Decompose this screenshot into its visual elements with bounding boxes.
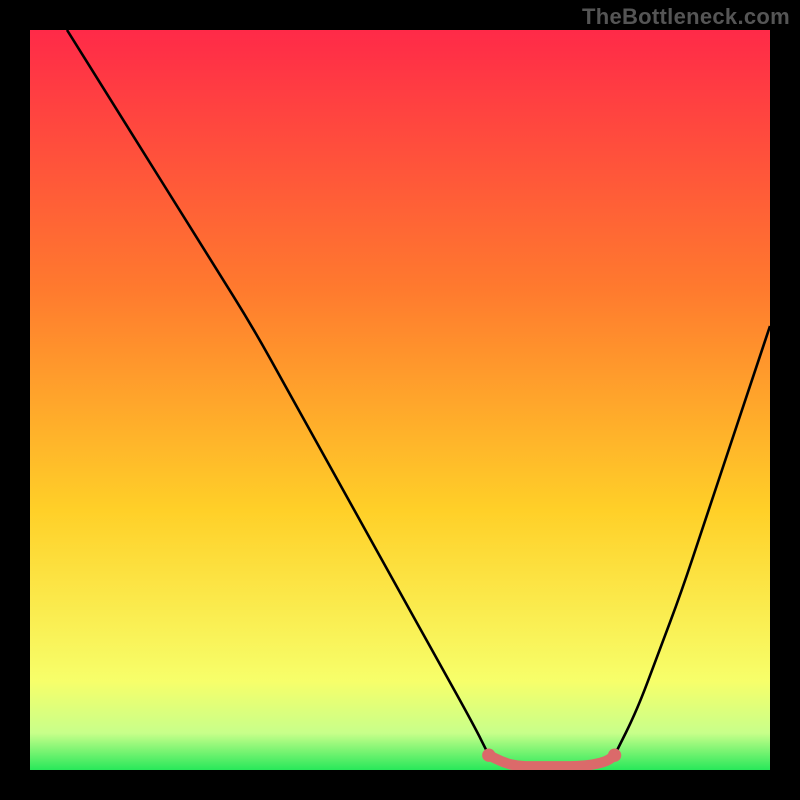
floor-end-dot bbox=[608, 749, 621, 762]
chart-frame: TheBottleneck.com bbox=[0, 0, 800, 800]
plot-area bbox=[30, 30, 770, 770]
chart-svg bbox=[30, 30, 770, 770]
floor-start-dot bbox=[482, 749, 495, 762]
gradient-background bbox=[30, 30, 770, 770]
watermark-text: TheBottleneck.com bbox=[582, 4, 790, 30]
